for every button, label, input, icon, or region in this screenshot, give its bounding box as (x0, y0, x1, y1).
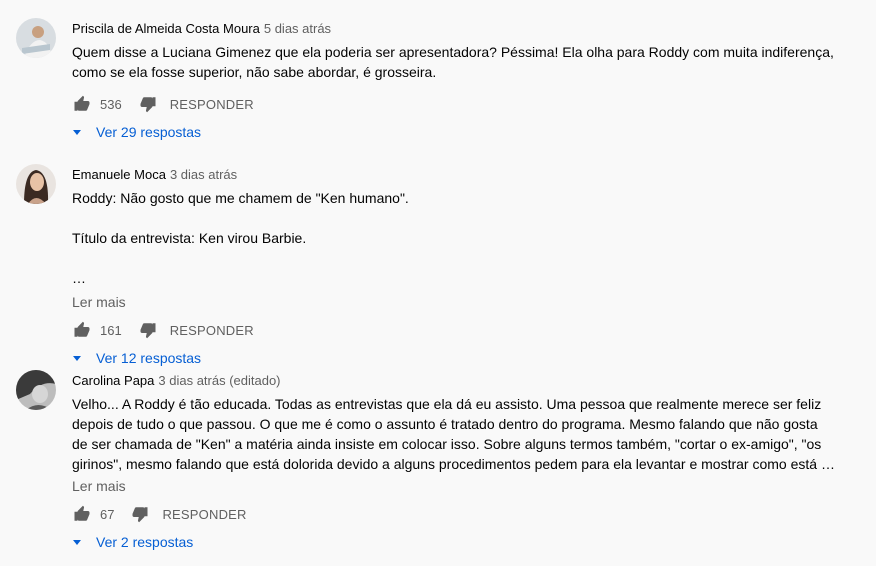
comment-action-bar: 161 RESPONDER (72, 318, 836, 342)
comment-timestamp[interactable]: 3 dias atrás (editado) (158, 373, 280, 388)
reply-button[interactable]: RESPONDER (162, 507, 246, 522)
read-more-link[interactable]: Ler mais (72, 476, 836, 496)
caret-down-icon (73, 130, 81, 135)
comment-header: Carolina Papa 3 dias atrás (editado) (72, 372, 836, 390)
comment-timestamp[interactable]: 5 dias atrás (264, 21, 331, 36)
view-replies-label: Ver 12 respostas (96, 350, 202, 366)
author-name[interactable]: Carolina Papa (72, 373, 154, 388)
thumb-down-icon[interactable] (138, 320, 158, 340)
like-count: 67 (100, 506, 115, 522)
thumb-down-icon[interactable] (138, 94, 158, 114)
caret-down-icon (73, 540, 81, 545)
comment-timestamp[interactable]: 3 dias atrás (170, 167, 237, 182)
view-replies-label: Ver 29 respostas (96, 124, 202, 140)
view-replies-button[interactable]: Ver 2 respostas (72, 532, 836, 552)
read-more-link[interactable]: Ler mais (72, 292, 836, 312)
avatar[interactable] (16, 164, 56, 204)
avatar[interactable] (16, 18, 56, 58)
comment-action-bar: 67 RESPONDER (72, 502, 836, 526)
thumb-down-icon[interactable] (130, 504, 150, 524)
caret-down-icon (73, 356, 81, 361)
avatar[interactable] (16, 370, 56, 410)
comment-text: Quem disse a Luciana Gimenez que ela pod… (72, 44, 834, 80)
comment-text: Velho... A Roddy é tão educada. Todas as… (72, 396, 835, 472)
thumb-up-icon[interactable] (72, 320, 92, 340)
reply-button[interactable]: RESPONDER (170, 97, 254, 112)
like-count: 536 (100, 96, 122, 112)
like-count: 161 (100, 322, 122, 338)
author-name[interactable]: Emanuele Moca (72, 167, 166, 182)
thumb-up-icon[interactable] (72, 94, 92, 114)
comment-header: Emanuele Moca 3 dias atrás (72, 166, 836, 184)
view-replies-button[interactable]: Ver 29 respostas (72, 122, 836, 142)
view-replies-label: Ver 2 respostas (96, 534, 194, 550)
author-name[interactable]: Priscila de Almeida Costa Moura (72, 21, 260, 36)
thumb-up-icon[interactable] (72, 504, 92, 524)
comment-header: Priscila de Almeida Costa Moura 5 dias at… (72, 20, 836, 38)
view-replies-button[interactable]: Ver 12 respostas (72, 348, 836, 368)
comment-text: Roddy: Não gosto que me chamem de "Ken h… (72, 190, 409, 286)
reply-button[interactable]: RESPONDER (170, 323, 254, 338)
comment-action-bar: 536 RESPONDER (72, 92, 836, 116)
